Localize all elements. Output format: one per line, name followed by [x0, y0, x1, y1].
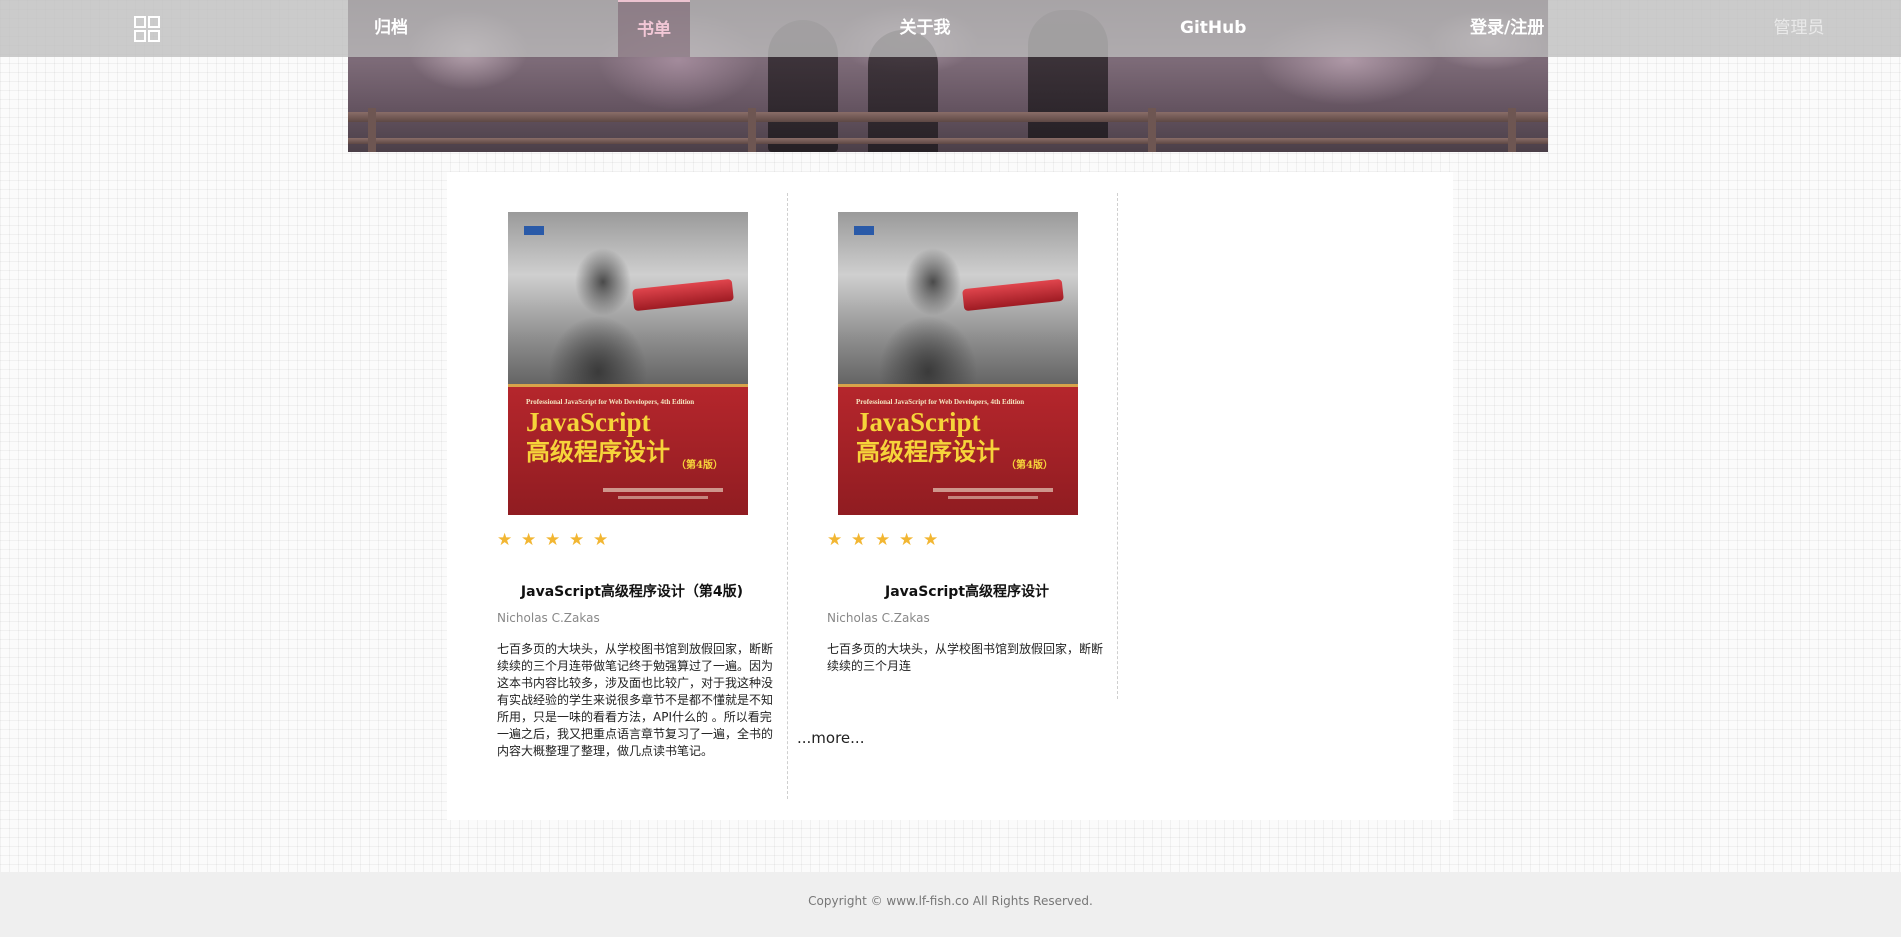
cover-title-en: JavaScript: [856, 407, 981, 437]
cover-title-cn: 高级程序设计: [856, 437, 1000, 466]
cover-title-en: JavaScript: [526, 407, 651, 437]
nav-login-register[interactable]: 登录/注册: [1470, 0, 1544, 57]
more-link[interactable]: ...more...: [797, 729, 864, 747]
book-description: 七百多页的大块头，从学校图书馆到放假回家，断断续续的三个月连带做笔记终于勉强算过…: [497, 642, 774, 758]
book-cover-image[interactable]: Professional JavaScript for Web Develope…: [838, 212, 1078, 515]
grid-icon[interactable]: [134, 16, 160, 42]
publisher-logo: [854, 226, 874, 235]
star-icon: ★: [521, 530, 537, 550]
top-navbar: 归档 书单 关于我 GitHub 登录/注册 管理员: [0, 0, 1901, 57]
book-author: Nicholas C.Zakas: [497, 611, 600, 625]
banner-post: [748, 108, 756, 152]
star-icon: ★: [851, 530, 867, 550]
card-divider: [1117, 193, 1118, 699]
publisher-logo: [524, 226, 544, 235]
star-icon: ★: [545, 530, 561, 550]
star-icon: ★: [827, 530, 843, 550]
banner-post: [1148, 108, 1156, 152]
cover-publisher-line: [933, 488, 1053, 492]
rating-stars: ★ ★ ★ ★ ★: [827, 530, 947, 550]
cover-subtitle: Professional JavaScript for Web Develope…: [856, 398, 1025, 406]
banner-railing: [348, 112, 1548, 122]
nav-books[interactable]: 书单: [618, 0, 690, 57]
book-title[interactable]: JavaScript高级程序设计（第4版): [497, 581, 767, 601]
cover-publisher-line: [603, 488, 723, 492]
cover-title-cn: 高级程序设计: [526, 437, 670, 466]
cover-edition: （第4版）: [1006, 460, 1053, 471]
rating-stars: ★ ★ ★ ★ ★: [497, 530, 617, 550]
nav-about[interactable]: 关于我: [898, 0, 952, 57]
star-icon: ★: [899, 530, 915, 550]
banner-post: [1508, 108, 1516, 152]
book-author: Nicholas C.Zakas: [827, 611, 930, 625]
page-footer: Copyright © www.lf-fish.co All Rights Re…: [0, 872, 1901, 937]
copyright-text: Copyright © www.lf-fish.co All Rights Re…: [808, 894, 1093, 908]
book-title[interactable]: JavaScript高级程序设计: [827, 581, 1107, 601]
nav-github[interactable]: GitHub: [1180, 0, 1246, 57]
star-icon: ★: [875, 530, 891, 550]
banner-railing: [348, 138, 1548, 144]
star-icon: ★: [923, 530, 939, 550]
nav-admin[interactable]: 管理员: [1772, 0, 1826, 57]
nav-archive[interactable]: 归档: [373, 0, 409, 57]
cover-publisher-line: [948, 496, 1038, 499]
cover-subtitle: Professional JavaScript for Web Develope…: [526, 398, 695, 406]
star-icon: ★: [497, 530, 513, 550]
star-icon: ★: [569, 530, 585, 550]
book-cover-image[interactable]: Professional JavaScript for Web Develope…: [508, 212, 748, 515]
book-description: 七百多页的大块头，从学校图书馆到放假回家，断断续续的三个月连: [827, 642, 1104, 673]
star-icon: ★: [593, 530, 609, 550]
card-divider: [787, 193, 788, 799]
cover-publisher-line: [618, 496, 708, 499]
banner-post: [368, 108, 376, 152]
cover-edition: （第4版）: [676, 460, 723, 471]
